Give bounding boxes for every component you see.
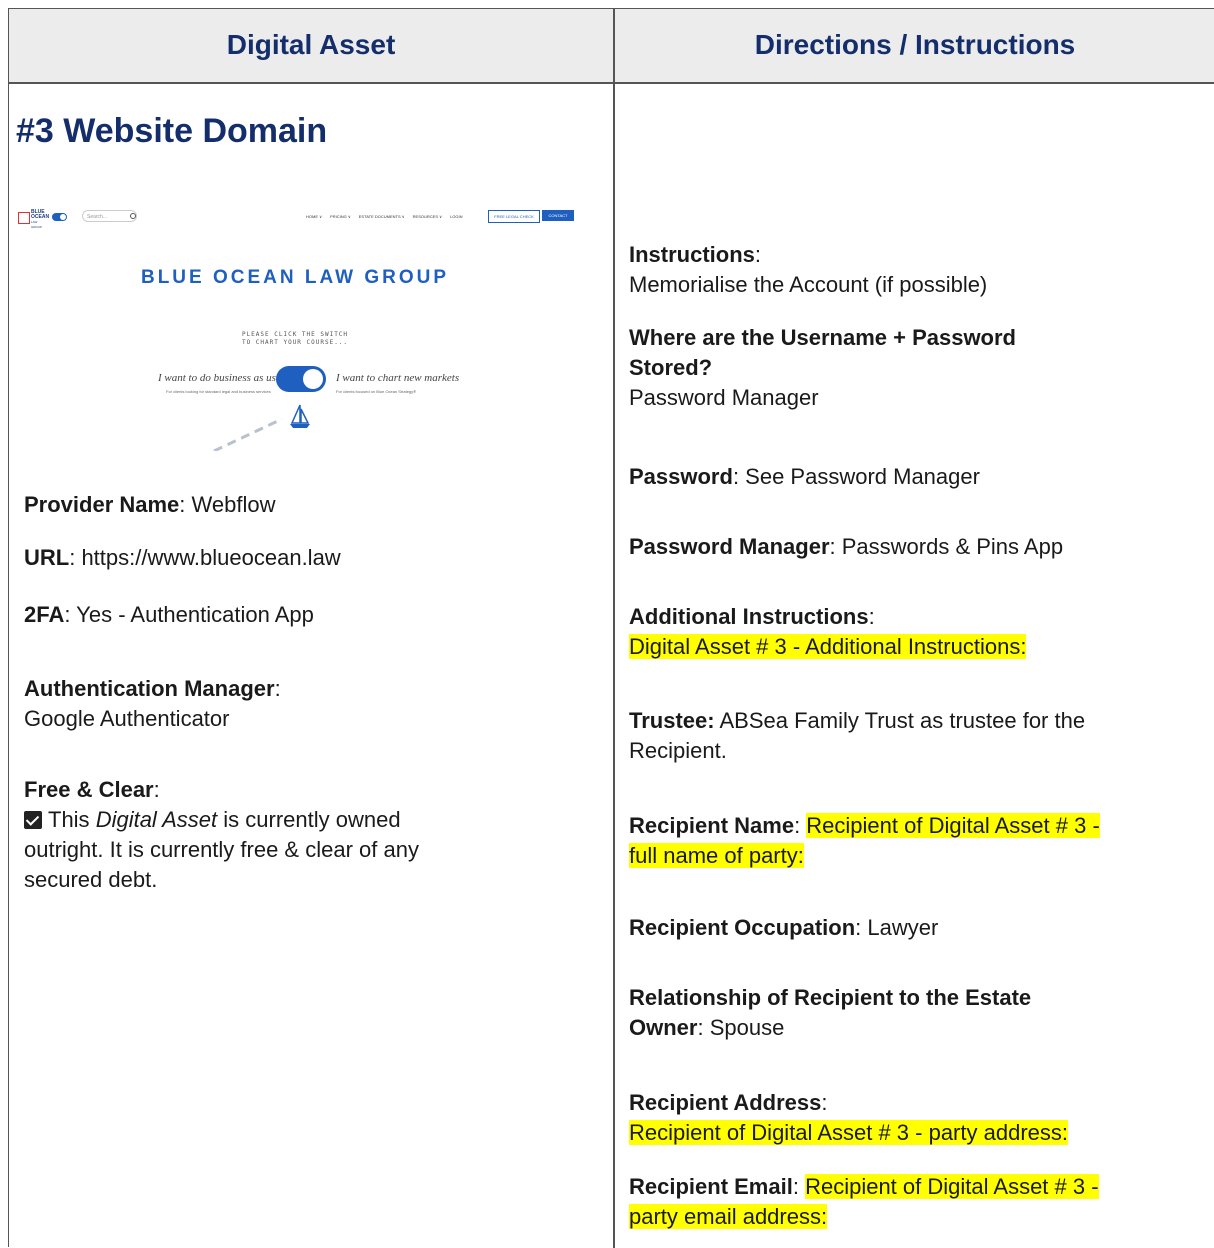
recipient-email-field: Recipient Email: Recipient of Digital As… (629, 1172, 1099, 1232)
asset-title: #3 Website Domain (16, 112, 328, 150)
column-divider (613, 9, 615, 1248)
course-line-icon (213, 417, 283, 451)
relationship-label: Owner (629, 1015, 698, 1040)
auth-label: Authentication Manager (24, 676, 275, 701)
storage-label: Where are the Username + Password (629, 325, 1016, 350)
instructions-value: Memorialise the Account (if possible) (629, 272, 988, 297)
twofa-label: 2FA (24, 602, 65, 627)
preview-nav-item: PRICING ∨ (330, 214, 351, 219)
recipient-name-value: Recipient of Digital Asset # 3 - (806, 813, 1100, 838)
preview-prompt-line: PLEASE CLICK THE SWITCH (241, 331, 349, 338)
additional-instructions-field: Additional Instructions: Digital Asset #… (629, 602, 1027, 662)
twofa-value: : Yes - Authentication App (64, 602, 314, 627)
url-field: URL: https://www.blueocean.law (24, 543, 341, 573)
preview-nav-item: RESOURCES ∨ (412, 214, 443, 219)
website-screenshot: BLUE OCEAN LAW GROUP Search... HOME ∨ PRIC… (16, 205, 574, 451)
preview-nav-item: ESTATE DOCUMENTS ∨ (358, 214, 405, 219)
free-text: outright. It is currently free & clear o… (24, 837, 419, 862)
recipient-occupation-field: Recipient Occupation: Lawyer (629, 913, 938, 943)
header-digital-asset: Digital Asset (226, 29, 396, 60)
preview-left-sub: For clients looking for standard legal a… (166, 389, 271, 394)
occupation-value: : Lawyer (855, 915, 939, 940)
email-colon: : (792, 1174, 806, 1199)
instructions-label: Instructions (629, 242, 755, 267)
trustee-value: ABSea Family Trust as trustee for the (714, 708, 1086, 733)
password-manager-field: Password Manager: Passwords & Pins App (629, 532, 1063, 562)
recipient-name-colon: : (794, 813, 807, 838)
provider-label: Provider Name (24, 492, 180, 517)
sailboat-icon (290, 404, 310, 428)
preview-prompt: PLEASE CLICK THE SWITCH TO CHART YOUR CO… (16, 331, 574, 347)
header-directions: Directions / Instructions (754, 29, 1076, 60)
free-text-emphasis: Digital Asset (95, 807, 218, 832)
preview-logo: BLUE OCEAN LAW GROUP (18, 210, 49, 229)
recipient-name-field: Recipient Name: Recipient of Digital Ass… (629, 811, 1100, 871)
additional-colon: : (868, 604, 875, 629)
trustee-label: Trustee: (629, 708, 715, 733)
preview-nav-item: LOGIN (450, 214, 463, 219)
password-manager-label: Password Manager (629, 534, 830, 559)
preview-search-input: Search... (82, 210, 137, 222)
relationship-label: Relationship of Recipient to the Estate (629, 985, 1032, 1010)
password-value: : See Password Manager (732, 464, 980, 489)
email-value: party email address: (629, 1204, 828, 1229)
header-divider (9, 82, 1214, 84)
preview-nav: HOME ∨ PRICING ∨ ESTATE DOCUMENTS ∨ RESO… (306, 214, 463, 219)
address-colon: : (821, 1090, 828, 1115)
free-clear-field: Free & Clear: This Digital Asset is curr… (24, 775, 419, 895)
auth-colon: : (274, 676, 281, 701)
password-field: Password: See Password Manager (629, 462, 980, 492)
free-clear-colon: : (153, 777, 160, 802)
url-value: : https://www.blueocean.law (69, 545, 341, 570)
provider-value: : Webflow (179, 492, 276, 517)
address-value: Recipient of Digital Asset # 3 - party a… (629, 1120, 1068, 1145)
relationship-field: Relationship of Recipient to the Estate … (629, 983, 1031, 1043)
preview-headline: BLUE OCEAN LAW GROUP (140, 267, 450, 288)
recipient-name-value: full name of party: (629, 843, 804, 868)
preview-right-option: I want to chart new markets (336, 372, 460, 384)
checkbox-checked-icon (24, 811, 42, 829)
occupation-label: Recipient Occupation (629, 915, 856, 940)
free-clear-label: Free & Clear (24, 777, 154, 802)
auth-manager-field: Authentication Manager: Google Authentic… (24, 674, 281, 734)
storage-value: Password Manager (629, 385, 819, 410)
trustee-field: Trustee: ABSea Family Trust as trustee f… (629, 706, 1085, 766)
credentials-storage-field: Where are the Username + Password Stored… (629, 323, 1016, 413)
additional-label: Additional Instructions (629, 604, 869, 629)
provider-field: Provider Name: Webflow (24, 490, 275, 520)
storage-label: Stored? (629, 355, 713, 380)
preview-left-option: I want to do business as usual (158, 372, 291, 384)
recipient-name-label: Recipient Name (629, 813, 795, 838)
relationship-value: : Spouse (697, 1015, 785, 1040)
preview-toggle-switch (276, 366, 326, 392)
email-label: Recipient Email (629, 1174, 793, 1199)
trustee-value: Recipient. (629, 738, 727, 763)
free-text: is currently owned (217, 807, 401, 832)
instructions-colon: : (754, 242, 762, 267)
password-label: Password (629, 464, 733, 489)
address-label: Recipient Address (629, 1090, 822, 1115)
preview-prompt-line: TO CHART YOUR COURSE... (241, 339, 349, 346)
preview-free-check-button: FREE LEGAL CHECK (488, 210, 540, 223)
free-text: secured debt. (24, 867, 158, 892)
preview-small-toggle-icon (52, 213, 67, 221)
preview-contact-button: CONTACT (542, 210, 574, 221)
free-text: This (48, 807, 96, 832)
password-manager-value: : Passwords & Pins App (829, 534, 1064, 559)
preview-search-icon (130, 213, 136, 219)
email-value: Recipient of Digital Asset # 3 - (805, 1174, 1099, 1199)
preview-right-sub: For clients focused on Blue Ocean Strate… (336, 389, 417, 394)
additional-value: Digital Asset # 3 - Additional Instructi… (629, 634, 1027, 659)
recipient-address-field: Recipient Address: Recipient of Digital … (629, 1088, 1068, 1148)
preview-nav-item: HOME ∨ (306, 214, 323, 219)
url-label: URL (24, 545, 70, 570)
twofa-field: 2FA: Yes - Authentication App (24, 600, 314, 630)
instructions-field: Instructions: Memorialise the Account (i… (629, 240, 987, 300)
auth-value: Google Authenticator (24, 706, 230, 731)
